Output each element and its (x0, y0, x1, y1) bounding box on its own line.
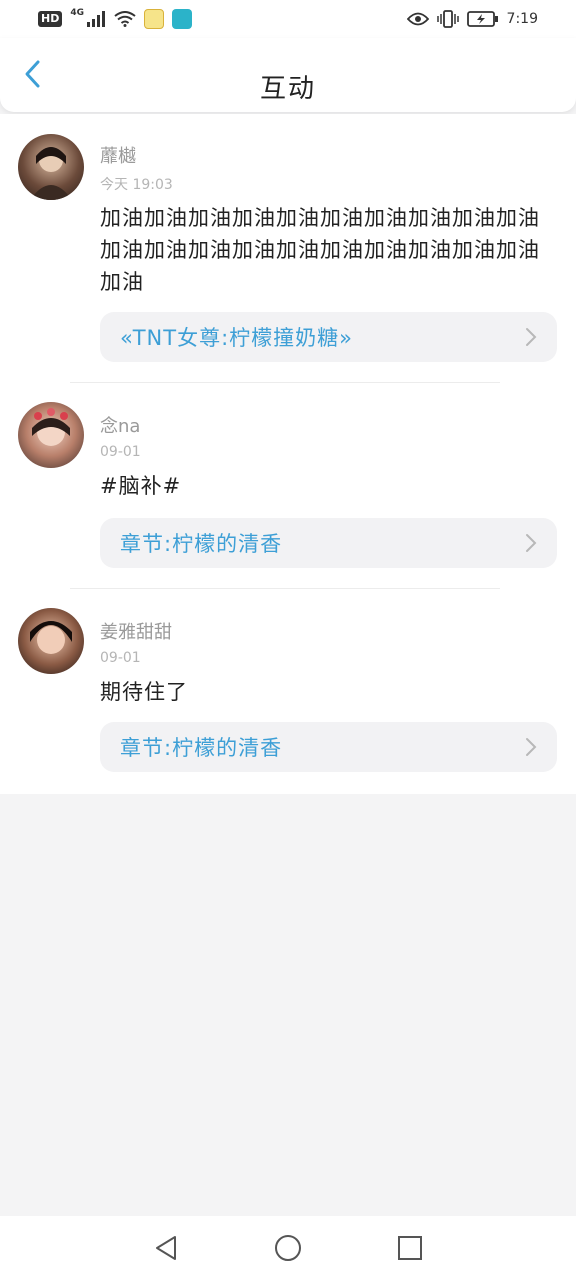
clock: 7:19 (506, 11, 538, 27)
avatar[interactable] (18, 608, 84, 674)
avatar[interactable] (18, 402, 84, 468)
comment-time: 09-01 (100, 650, 141, 666)
comment-list: 蘼樾 今天 19:03 加油加油加油加油加油加油加油加油加油加油加油加油加油加油… (0, 114, 576, 794)
user-avatar-icon (32, 408, 70, 446)
chapter-link-text: 章节:柠檬的清香 (120, 736, 283, 760)
comment-content: 期待住了 (100, 680, 188, 704)
comment-time: 09-01 (100, 444, 141, 460)
eye-icon (406, 12, 429, 26)
book-link-text: «TNT女尊:柠檬撞奶糖» (120, 326, 353, 350)
page-title: 互动 (259, 74, 316, 104)
nav-home-button[interactable] (270, 1230, 306, 1266)
wifi-icon (114, 11, 136, 27)
circle-home-icon (275, 1235, 301, 1261)
comment-username[interactable]: 蘼樾 (100, 142, 136, 168)
avatar[interactable] (18, 134, 84, 200)
status-right: 7:19 (406, 10, 538, 28)
chapter-link-text: 章节:柠檬的清香 (120, 532, 283, 556)
system-nav-bar (0, 1216, 576, 1280)
triangle-back-icon (156, 1236, 176, 1260)
comment-content: #脑补# (100, 474, 182, 498)
chevron-right-icon (526, 328, 537, 346)
vibrate-icon (436, 10, 459, 28)
comment-username[interactable]: 姜雅甜甜 (100, 618, 172, 644)
app-notification-icon (144, 9, 164, 29)
header: 互动 (0, 38, 576, 112)
comment-item: 姜雅甜甜 09-01 期待住了 章节:柠檬的清香 (0, 588, 576, 794)
book-link-card[interactable]: «TNT女尊:柠檬撞奶糖» (100, 312, 557, 362)
nav-back-button[interactable] (148, 1230, 184, 1266)
signal-icon (87, 11, 105, 27)
comment-content: 加油加油加油加油加油加油加油加油加油加油加油加油加油加油加油加油加油加油加油加油… (100, 206, 540, 294)
user-avatar-icon (30, 147, 72, 200)
battery-icon (466, 11, 498, 27)
chevron-right-icon (526, 534, 537, 552)
user-avatar-icon (30, 621, 72, 654)
status-bar: HD 4G 7:19 (0, 0, 576, 38)
chapter-link-card[interactable]: 章节:柠檬的清香 (100, 722, 557, 772)
book-app-icon (172, 9, 192, 29)
nav-recents-button[interactable] (392, 1230, 428, 1266)
status-left: HD 4G (38, 8, 192, 29)
comment-time: 今天 19:03 (100, 177, 173, 193)
network-type: 4G (70, 8, 84, 18)
comment-username[interactable]: 念na (100, 412, 140, 438)
comment-item: 蘼樾 今天 19:03 加油加油加油加油加油加油加油加油加油加油加油加油加油加油… (0, 114, 576, 383)
square-recents-icon (398, 1236, 422, 1260)
chapter-link-card[interactable]: 章节:柠檬的清香 (100, 518, 557, 568)
chevron-right-icon (526, 738, 537, 756)
comment-item: 念na 09-01 #脑补# 章节:柠檬的清香 (0, 382, 576, 589)
hd-badge: HD (38, 11, 63, 27)
